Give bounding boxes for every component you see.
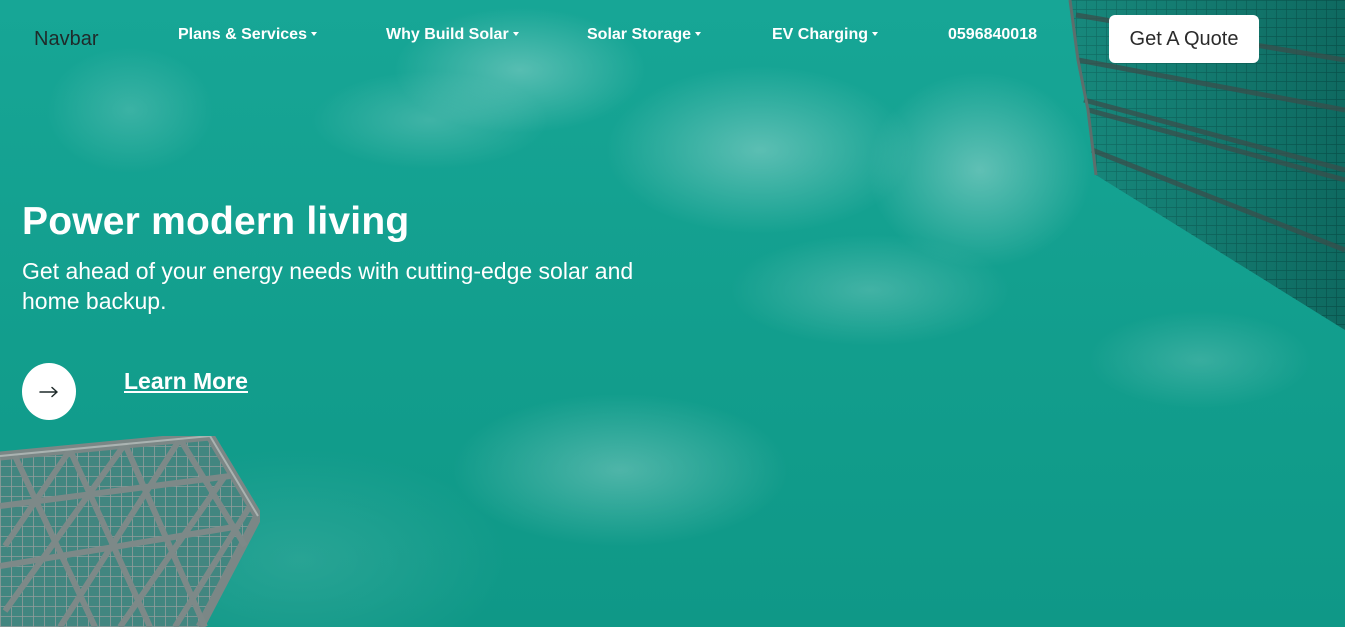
caret-down-icon [695,32,702,36]
caret-down-icon [872,32,879,36]
learn-more-arrow-button[interactable] [22,363,76,420]
caret-down-icon [310,32,317,36]
get-a-quote-button[interactable]: Get A Quote [1109,15,1259,63]
phone-number-link[interactable]: 0596840018 [948,26,1037,44]
nav-item-label: Solar Storage [587,26,692,43]
nav-item-label: Plans & Services [178,26,307,43]
hero-section: Navbar Plans & Services Why Build Solar … [0,0,1345,627]
lattice-building-image [0,436,260,627]
navbar: Navbar Plans & Services Why Build Solar … [0,0,1345,70]
caret-down-icon [512,32,519,36]
navbar-brand[interactable]: Navbar [34,28,98,51]
nav-item-solar-storage[interactable]: Solar Storage [587,26,702,44]
nav-item-why-build-solar[interactable]: Why Build Solar [386,26,519,44]
nav-item-ev-charging[interactable]: EV Charging [772,26,879,44]
hero-title: Power modern living [22,200,410,243]
learn-more-link[interactable]: Learn More [124,368,248,395]
nav-item-plans-services[interactable]: Plans & Services [178,26,317,44]
arrow-right-icon [39,386,58,397]
hero-subtitle: Get ahead of your energy needs with cutt… [22,258,634,314]
nav-item-label: Why Build Solar [386,26,509,43]
nav-item-label: EV Charging [772,26,869,43]
